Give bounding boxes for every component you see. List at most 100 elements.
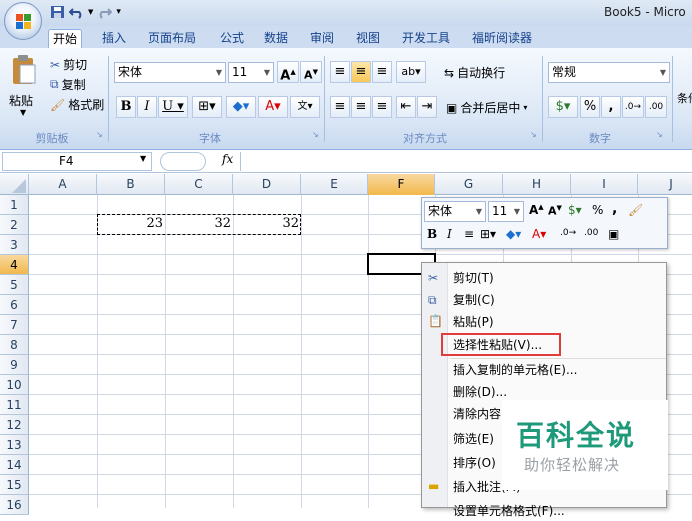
increase-decimal-icon[interactable]: .0→ xyxy=(560,228,576,238)
name-box[interactable]: F4 xyxy=(2,152,152,171)
wrap-text-button[interactable]: ⇆ 自动换行 xyxy=(444,64,505,81)
increase-decimal-icon[interactable]: .0→ xyxy=(622,96,644,118)
formula-input[interactable] xyxy=(240,152,690,171)
column-header[interactable]: H xyxy=(503,174,571,195)
row-header[interactable]: 12 xyxy=(0,415,29,435)
menu-item-cut[interactable]: 剪切(T) xyxy=(453,268,494,288)
fill-color-icon[interactable]: ◆▾ xyxy=(226,96,256,118)
align-right-icon[interactable]: ≡ xyxy=(372,96,392,118)
paste-dropdown-icon[interactable]: ▼ xyxy=(20,108,26,117)
shrink-font-icon[interactable]: A▼ xyxy=(300,61,322,83)
menu-item-clear-contents[interactable]: 清除内容 xyxy=(453,404,501,424)
mini-size-combo[interactable]: 11 ▼ xyxy=(488,201,524,222)
row-header[interactable]: 15 xyxy=(0,475,29,495)
row-header[interactable]: 8 xyxy=(0,335,29,355)
tab-page-layout[interactable]: 页面布局 xyxy=(144,29,200,48)
tab-foxit-reader[interactable]: 福昕阅读器 xyxy=(468,29,536,48)
increase-indent-icon[interactable]: ⇥ xyxy=(417,96,437,118)
menu-item-insert-copied-cells[interactable]: 插入复制的单元格(E)... xyxy=(453,360,577,380)
row-header[interactable]: 13 xyxy=(0,435,29,455)
undo-icon[interactable] xyxy=(69,5,84,19)
clipboard-launcher-icon[interactable]: ↘ xyxy=(96,130,103,139)
accounting-format-icon[interactable]: $▾ xyxy=(548,96,578,118)
font-size-combo[interactable]: 11 ▼ xyxy=(228,62,274,83)
row-header[interactable]: 11 xyxy=(0,395,29,415)
phonetic-icon[interactable]: 文▾ xyxy=(290,96,320,118)
tab-data[interactable]: 数据 xyxy=(260,29,292,48)
format-painter-button[interactable]: 🖌 格式刷 xyxy=(50,96,104,113)
row-header[interactable]: 10 xyxy=(0,375,29,395)
fill-color-icon[interactable]: ◆▾ xyxy=(506,227,521,241)
row-header[interactable]: 9 xyxy=(0,355,29,375)
insert-function-icon[interactable]: fx xyxy=(222,152,233,166)
row-header[interactable]: 7 xyxy=(0,315,29,335)
column-header[interactable]: D xyxy=(233,174,301,195)
column-header[interactable]: E xyxy=(301,174,368,195)
font-color-icon[interactable]: A▾ xyxy=(258,96,288,118)
save-icon[interactable] xyxy=(50,5,65,19)
number-format-combo[interactable]: 常规 ▼ xyxy=(548,62,670,83)
comma-style-icon[interactable]: , xyxy=(612,201,617,217)
tab-home[interactable]: 开始 xyxy=(48,29,83,48)
format-painter-icon[interactable]: 🖌 xyxy=(628,203,643,217)
bold-button[interactable]: B xyxy=(427,227,437,241)
shrink-font-icon[interactable]: A▼ xyxy=(548,204,562,218)
column-header[interactable]: C xyxy=(165,174,233,195)
menu-item-delete[interactable]: 删除(D)... xyxy=(453,382,507,402)
align-left-icon[interactable]: ≡ xyxy=(330,96,350,118)
undo-dropdown-icon[interactable]: ▼ xyxy=(88,8,93,16)
accounting-format-icon[interactable]: $▾ xyxy=(568,203,582,217)
bold-button[interactable]: B xyxy=(116,96,136,118)
row-header[interactable]: 16 xyxy=(0,495,29,515)
copy-button[interactable]: ⧉ 复制 xyxy=(50,76,86,93)
menu-item-paste[interactable]: 粘贴(P) xyxy=(453,312,494,332)
row-header[interactable]: 6 xyxy=(0,295,29,315)
decrease-decimal-icon[interactable]: .00 xyxy=(584,228,598,238)
mini-font-combo[interactable]: 宋体 ▼ xyxy=(424,201,486,222)
column-header[interactable]: B xyxy=(97,174,165,195)
align-bottom-icon[interactable]: ≡ xyxy=(372,61,392,83)
column-header[interactable]: I xyxy=(571,174,638,195)
tab-developer[interactable]: 开发工具 xyxy=(398,29,454,48)
align-center-icon[interactable]: ≡ xyxy=(464,227,474,241)
menu-item-format-cells[interactable]: 设置单元格格式(F)... xyxy=(453,501,565,521)
underline-button[interactable]: U ▾ xyxy=(158,96,188,118)
tab-review[interactable]: 审阅 xyxy=(306,29,338,48)
comma-style-icon[interactable]: , xyxy=(601,96,621,118)
paste-button[interactable] xyxy=(8,54,40,86)
office-button[interactable] xyxy=(4,2,42,40)
customize-qat-icon[interactable]: ▾ xyxy=(116,7,121,17)
redo-icon[interactable] xyxy=(97,5,113,19)
conditional-format-label[interactable]: 条件 xyxy=(677,90,692,106)
tab-view[interactable]: 视图 xyxy=(352,29,384,48)
row-header[interactable]: 14 xyxy=(0,455,29,475)
cell-c2[interactable]: 32 xyxy=(165,216,231,231)
merge-icon[interactable]: ▣ xyxy=(608,227,619,241)
percent-style-icon[interactable]: % xyxy=(592,203,603,217)
cell-d2[interactable]: 32 xyxy=(233,216,299,231)
number-launcher-icon[interactable]: ↘ xyxy=(656,130,663,139)
italic-button[interactable]: I xyxy=(137,96,157,118)
menu-item-sort[interactable]: 排序(O) xyxy=(453,453,496,473)
column-header[interactable]: J xyxy=(638,174,692,195)
align-top-icon[interactable]: ≡ xyxy=(330,61,350,83)
font-color-icon[interactable]: A▾ xyxy=(532,227,546,241)
grow-font-icon[interactable]: A▲ xyxy=(529,203,544,217)
row-header[interactable]: 1 xyxy=(0,195,29,215)
font-launcher-icon[interactable]: ↘ xyxy=(312,130,319,139)
align-middle-icon[interactable]: ≡ xyxy=(351,61,371,83)
italic-button[interactable]: I xyxy=(447,227,452,241)
orientation-icon[interactable]: ab▾ xyxy=(396,61,426,83)
merge-center-button[interactable]: ▣ 合并后居中 ▾ xyxy=(446,99,527,116)
cut-button[interactable]: ✂ 剪切 xyxy=(50,56,87,73)
decrease-decimal-icon[interactable]: .00 xyxy=(645,96,667,118)
borders-icon[interactable]: ⊞▾ xyxy=(480,227,496,241)
tab-formulas[interactable]: 公式 xyxy=(216,29,248,48)
name-box-dropdown-icon[interactable]: ▼ xyxy=(140,154,146,163)
column-header-selected[interactable]: F xyxy=(368,174,435,195)
font-name-combo[interactable]: 宋体 ▼ xyxy=(114,62,226,83)
menu-item-filter[interactable]: 筛选(E) xyxy=(453,429,494,449)
select-all-button[interactable] xyxy=(0,174,29,195)
percent-style-icon[interactable]: % xyxy=(580,96,600,118)
row-header[interactable]: 3 xyxy=(0,235,29,255)
